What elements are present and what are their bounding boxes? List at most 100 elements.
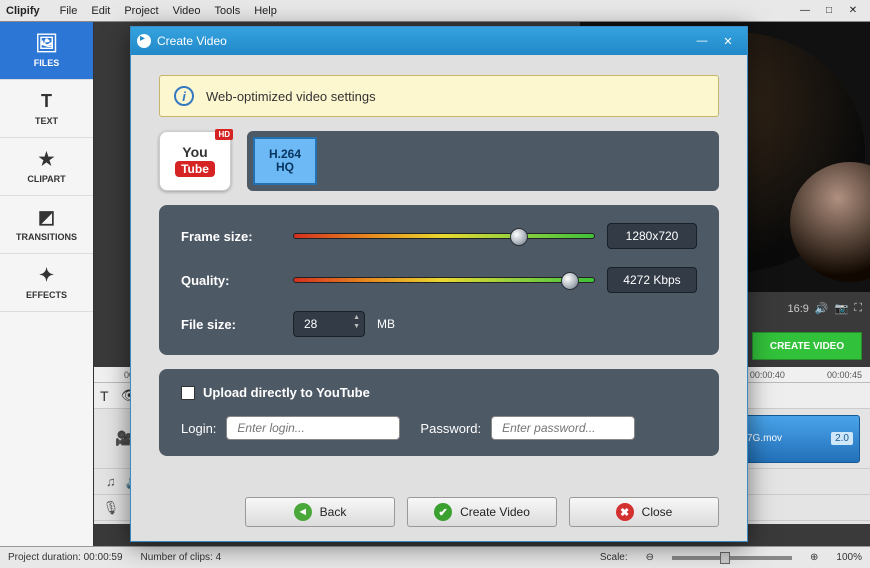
frame-size-slider[interactable] xyxy=(293,233,595,239)
sidebar-item-clipart[interactable]: ★ CLIPART xyxy=(0,138,93,196)
scale-value: 100% xyxy=(836,552,862,563)
music-icon: ♫ xyxy=(106,474,116,490)
sidebar-item-text[interactable]: T TEXT xyxy=(0,80,93,138)
upload-checkbox[interactable] xyxy=(181,386,195,400)
scale-label: Scale: xyxy=(600,552,628,563)
back-button[interactable]: ◄ Back xyxy=(245,497,395,527)
sidebar-label-clipart: CLIPART xyxy=(27,174,65,184)
dialog-titlebar: Create Video — ✕ xyxy=(131,27,747,55)
frame-size-row: Frame size: 1280x720 xyxy=(181,223,697,249)
menubar: Clipify File Edit Project Video Tools He… xyxy=(0,0,870,22)
menu-project[interactable]: Project xyxy=(124,5,158,17)
quality-slider[interactable] xyxy=(293,277,595,283)
text-tool-icon[interactable]: T xyxy=(100,388,109,404)
info-icon: i xyxy=(174,86,194,106)
quality-knob[interactable] xyxy=(561,272,579,290)
clip-name: 7G.mov xyxy=(747,433,782,444)
file-size-row: File size: 28 ▲▼ MB xyxy=(181,311,697,337)
close-button[interactable]: ✖ Close xyxy=(569,497,719,527)
mb-unit: MB xyxy=(377,317,395,331)
clipart-icon: ★ xyxy=(38,149,54,170)
dialog-body: i Web-optimized video settings HD You Tu… xyxy=(131,55,747,541)
upload-panel: Upload directly to YouTube Login: Passwo… xyxy=(159,369,719,456)
menu-edit[interactable]: Edit xyxy=(91,5,110,17)
close-icon: ✖ xyxy=(616,503,634,521)
quality-value: 4272 Kbps xyxy=(607,267,697,293)
create-video-main-button[interactable]: CREATE VIDEO xyxy=(752,332,862,360)
format-row: HD You Tube H.264 HQ xyxy=(159,131,719,191)
timeline-clip[interactable]: 7G.mov 2.0 xyxy=(740,415,860,463)
spinner-arrows[interactable]: ▲▼ xyxy=(353,314,360,330)
spinner-up-icon: ▲ xyxy=(353,314,360,321)
spinner-down-icon: ▼ xyxy=(353,323,360,330)
menu-file[interactable]: File xyxy=(60,5,78,17)
dialog-minimize-button[interactable]: — xyxy=(689,32,715,50)
zoom-in-icon[interactable]: ⊕ xyxy=(810,552,818,563)
main-minimize-button[interactable]: — xyxy=(794,3,816,19)
frame-size-label: Frame size: xyxy=(181,229,281,244)
login-input[interactable] xyxy=(226,416,400,440)
upload-checkbox-row: Upload directly to YouTube xyxy=(181,385,697,400)
text-icon: T xyxy=(41,91,52,112)
create-video-dialog: Create Video — ✕ i Web-optimized video s… xyxy=(130,26,748,542)
sidebar-label-transitions: TRANSITIONS xyxy=(16,232,77,242)
banner-text: Web-optimized video settings xyxy=(206,89,376,104)
sidebar-label-files: FILES xyxy=(34,58,60,68)
aspect-label: 16:9 xyxy=(787,303,808,315)
quality-row: Quality: 4272 Kbps xyxy=(181,267,697,293)
app-title: Clipify xyxy=(6,5,40,17)
hd-badge: HD xyxy=(215,129,233,140)
fullscreen-icon[interactable]: ⛶ xyxy=(854,302,862,315)
status-clips: Number of clips: 4 xyxy=(141,552,222,563)
codec-h264-hq[interactable]: H.264 HQ xyxy=(253,137,317,185)
settings-panel: Frame size: 1280x720 Quality: 4272 Kbps … xyxy=(159,205,719,355)
dialog-button-row: ◄ Back ✔ Create Video ✖ Close xyxy=(159,497,719,527)
files-icon: 🖼 xyxy=(35,33,58,54)
youtube-logo: HD You Tube xyxy=(159,131,231,191)
dialog-title: Create Video xyxy=(157,34,227,48)
menu-video[interactable]: Video xyxy=(173,5,201,17)
upload-checkbox-label: Upload directly to YouTube xyxy=(203,385,370,400)
password-input[interactable] xyxy=(491,416,635,440)
preview-controls: 16:9 🔊 📷 ⛶ xyxy=(787,302,862,315)
back-icon: ◄ xyxy=(294,503,312,521)
codec-selector: H.264 HQ xyxy=(247,131,719,191)
youtube-tube: Tube xyxy=(175,161,215,177)
menu-tools[interactable]: Tools xyxy=(215,5,241,17)
status-bar: Project duration: 00:00:59 Number of cli… xyxy=(0,546,870,568)
snapshot-icon[interactable]: 📷 xyxy=(835,302,849,315)
zoom-knob[interactable] xyxy=(720,552,730,564)
quality-label: Quality: xyxy=(181,273,281,288)
dialog-icon xyxy=(137,34,151,48)
create-video-button[interactable]: ✔ Create Video xyxy=(407,497,557,527)
sidebar: 🖼 FILES T TEXT ★ CLIPART ◩ TRANSITIONS ✦… xyxy=(0,22,94,546)
effects-icon: ✦ xyxy=(39,265,54,286)
dialog-close-x-button[interactable]: ✕ xyxy=(715,32,741,50)
sidebar-label-text: TEXT xyxy=(35,116,58,126)
ruler-time-r2: 00:00:45 xyxy=(827,370,862,380)
sidebar-item-effects[interactable]: ✦ EFFECTS xyxy=(0,254,93,312)
zoom-out-icon[interactable]: ⊖ xyxy=(646,552,654,563)
transitions-icon: ◩ xyxy=(38,207,55,228)
login-label: Login: xyxy=(181,421,216,436)
sidebar-label-effects: EFFECTS xyxy=(26,290,67,300)
menu-help[interactable]: Help xyxy=(254,5,277,17)
frame-size-knob[interactable] xyxy=(510,228,528,246)
clip-duration: 2.0 xyxy=(831,432,853,445)
ruler-time-r1: 00:00:40 xyxy=(750,370,785,380)
file-size-spinner[interactable]: 28 ▲▼ xyxy=(293,311,365,337)
frame-size-value: 1280x720 xyxy=(607,223,697,249)
zoom-slider[interactable] xyxy=(672,556,792,560)
status-duration: Project duration: 00:00:59 xyxy=(8,552,123,563)
main-maximize-button[interactable]: □ xyxy=(818,3,840,19)
password-label: Password: xyxy=(420,421,481,436)
info-banner: i Web-optimized video settings xyxy=(159,75,719,117)
volume-icon[interactable]: 🔊 xyxy=(815,302,829,315)
mic-icon: 🎙 xyxy=(103,500,120,516)
credentials-row: Login: Password: xyxy=(181,416,697,440)
sidebar-item-transitions[interactable]: ◩ TRANSITIONS xyxy=(0,196,93,254)
main-close-button[interactable]: ✕ xyxy=(842,3,864,19)
file-size-label: File size: xyxy=(181,317,281,332)
file-size-value: 28 xyxy=(304,317,317,331)
sidebar-item-files[interactable]: 🖼 FILES xyxy=(0,22,93,80)
